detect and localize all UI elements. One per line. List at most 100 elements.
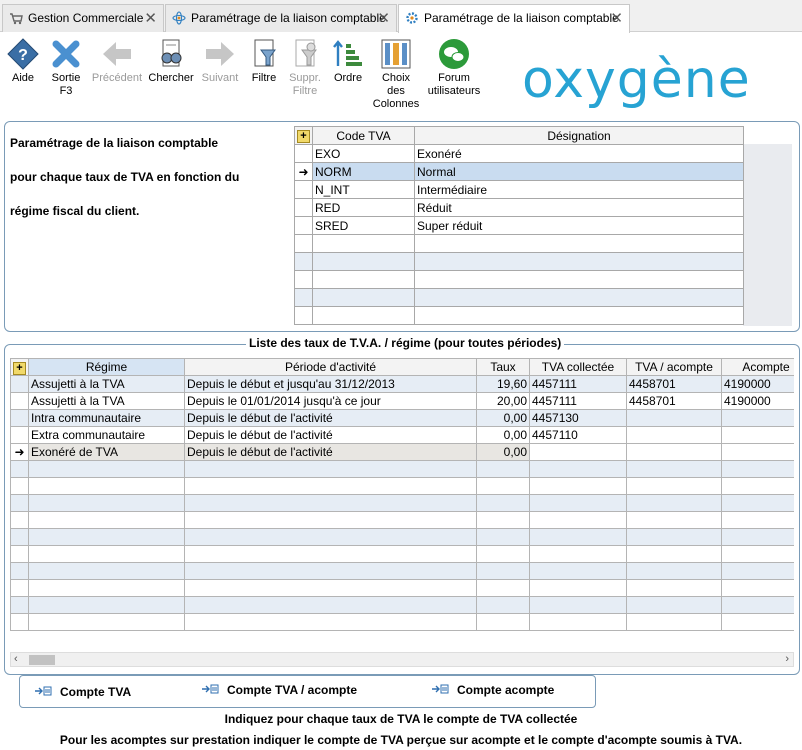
cell-tva-collectee[interactable]: 4457130	[529, 409, 627, 427]
link-arrow-icon	[202, 684, 219, 694]
cell-taux[interactable]: 0,00	[476, 443, 530, 461]
cell-tva-acompte[interactable]: 4458701	[626, 375, 722, 393]
tab-gestion-commerciale[interactable]: Gestion Commerciale ✕	[2, 4, 164, 32]
choix-label-2: des	[387, 85, 405, 97]
cell-taux[interactable]: 0,00	[476, 426, 530, 444]
cell-tva-acompte[interactable]: 4458701	[626, 392, 722, 410]
horizontal-scrollbar[interactable]: ‹ ›	[10, 652, 794, 667]
cell-periode[interactable]: Depuis le début de l'activité	[184, 409, 477, 427]
close-icon[interactable]: ✕	[144, 9, 157, 27]
table-row[interactable]: Assujetti à la TVA Depuis le début et ju…	[10, 375, 794, 393]
table-row[interactable]: SRED Super réduit	[294, 216, 744, 235]
choix-colonnes-button[interactable]: Choix des Colonnes	[372, 38, 420, 111]
ordre-button[interactable]: Ordre	[330, 38, 366, 85]
regime-grid[interactable]: + Régime Période d'activité Taux TVA col…	[10, 358, 794, 652]
cell-regime[interactable]: Assujetti à la TVA	[28, 392, 185, 410]
cell-periode[interactable]: Depuis le début de l'activité	[184, 443, 477, 461]
columns-icon	[381, 39, 411, 69]
col-header-acompte[interactable]: Acompte	[721, 358, 794, 376]
close-icon[interactable]: ✕	[377, 9, 390, 27]
cell-designation[interactable]: Super réduit	[414, 216, 744, 235]
cell-tva-acompte[interactable]	[626, 426, 722, 444]
scrollbar-thumb[interactable]	[29, 655, 55, 665]
table-row[interactable]: N_INT Intermédiaire	[294, 180, 744, 199]
cell-designation[interactable]: Exonéré	[414, 144, 744, 163]
suivant-label: Suivant	[201, 72, 239, 84]
cell-code[interactable]: N_INT	[312, 180, 415, 199]
cell-code[interactable]: NORM	[312, 162, 415, 181]
cell-regime[interactable]: Intra communautaire	[28, 409, 185, 427]
cell-periode[interactable]: Depuis le 01/01/2014 jusqu'à ce jour	[184, 392, 477, 410]
binoculars-icon	[161, 39, 182, 67]
cell-tva-acompte[interactable]	[626, 443, 722, 461]
table-row-selected[interactable]: ➜ NORM Normal	[294, 162, 744, 181]
row-indicator	[10, 392, 29, 410]
description-line-2: pour chaque taux de TVA en fonction du	[10, 170, 240, 184]
table-row[interactable]: Extra communautaire Depuis le début de l…	[10, 426, 794, 444]
cell-taux[interactable]: 0,00	[476, 409, 530, 427]
cell-periode[interactable]: Depuis le début de l'activité	[184, 426, 477, 444]
cell-designation[interactable]: Normal	[414, 162, 744, 181]
empty-row	[10, 494, 794, 512]
cell-tva-collectee[interactable]: 4457111	[529, 375, 627, 393]
cell-tva-collectee[interactable]	[529, 443, 627, 461]
cell-acompte[interactable]	[721, 409, 794, 427]
aide-button[interactable]: ? Aide	[4, 38, 42, 85]
scroll-right-icon[interactable]: ›	[785, 653, 789, 665]
sortie-key-label: F3	[59, 85, 73, 97]
cart-icon	[10, 13, 23, 25]
cell-taux[interactable]: 19,60	[476, 375, 530, 393]
cell-tva-collectee[interactable]: 4457111	[529, 392, 627, 410]
col-header-tva-acompte[interactable]: TVA / acompte	[626, 358, 722, 376]
cell-regime[interactable]: Exonéré de TVA	[28, 443, 185, 461]
cell-acompte[interactable]	[721, 443, 794, 461]
cell-acompte[interactable]: 4190000	[721, 375, 794, 393]
filtre-button[interactable]: Filtre	[246, 38, 282, 85]
table-row[interactable]: EXO Exonéré	[294, 144, 744, 163]
table-row[interactable]: Assujetti à la TVA Depuis le 01/01/2014 …	[10, 392, 794, 410]
compte-acompte-button[interactable]: Compte acompte	[431, 683, 554, 697]
cell-periode[interactable]: Depuis le début et jusqu'au 31/12/2013	[184, 375, 477, 393]
table-row[interactable]: Intra communautaire Depuis le début de l…	[10, 409, 794, 427]
suppr-filtre-button[interactable]: Suppr. Filtre	[285, 38, 325, 98]
cell-acompte[interactable]: 4190000	[721, 392, 794, 410]
add-row-icon[interactable]: +	[294, 126, 313, 145]
add-row-icon[interactable]: +	[10, 358, 29, 376]
row-indicator	[10, 375, 29, 393]
close-icon[interactable]: ✕	[610, 9, 623, 27]
scroll-left-icon[interactable]: ‹	[14, 653, 18, 665]
tva-code-grid[interactable]: + Code TVA Désignation EXO Exonéré ➜ NOR…	[294, 126, 794, 325]
precedent-button[interactable]: Précédent	[89, 38, 145, 85]
chercher-button[interactable]: Chercher	[147, 38, 195, 85]
empty-row	[10, 460, 794, 478]
tab-parametrage-1[interactable]: Paramétrage de la liaison comptable ✕	[165, 4, 397, 32]
cell-designation[interactable]: Intermédiaire	[414, 180, 744, 199]
cell-regime[interactable]: Extra communautaire	[28, 426, 185, 444]
gear-icon	[406, 12, 418, 24]
col-header-taux[interactable]: Taux	[476, 358, 530, 376]
empty-row	[294, 270, 744, 289]
cell-regime[interactable]: Assujetti à la TVA	[28, 375, 185, 393]
cell-tva-collectee[interactable]: 4457110	[529, 426, 627, 444]
cell-designation[interactable]: Réduit	[414, 198, 744, 217]
forum-button[interactable]: Forum utilisateurs	[426, 38, 482, 98]
cell-code[interactable]: EXO	[312, 144, 415, 163]
suivant-button[interactable]: Suivant	[198, 38, 242, 85]
cell-tva-acompte[interactable]	[626, 409, 722, 427]
compte-tva-acompte-button[interactable]: Compte TVA / acompte	[201, 683, 357, 697]
compte-tva-button[interactable]: Compte TVA	[34, 685, 131, 699]
cell-code[interactable]: SRED	[312, 216, 415, 235]
table-row-selected[interactable]: ➜ Exonéré de TVA Depuis le début de l'ac…	[10, 443, 794, 461]
col-header-tva-collectee[interactable]: TVA collectée	[529, 358, 627, 376]
tab-parametrage-2[interactable]: Paramétrage de la liaison comptable ✕	[398, 4, 630, 33]
cell-acompte[interactable]	[721, 426, 794, 444]
col-header-periode[interactable]: Période d'activité	[184, 358, 477, 376]
sortie-button[interactable]: Sortie F3	[46, 38, 86, 98]
col-header-designation[interactable]: Désignation	[414, 126, 744, 145]
cell-taux[interactable]: 20,00	[476, 392, 530, 410]
table-row[interactable]: RED Réduit	[294, 198, 744, 217]
cell-code[interactable]: RED	[312, 198, 415, 217]
col-header-code-tva[interactable]: Code TVA	[312, 126, 415, 145]
row-indicator	[294, 216, 313, 235]
col-header-regime[interactable]: Régime	[28, 358, 185, 376]
